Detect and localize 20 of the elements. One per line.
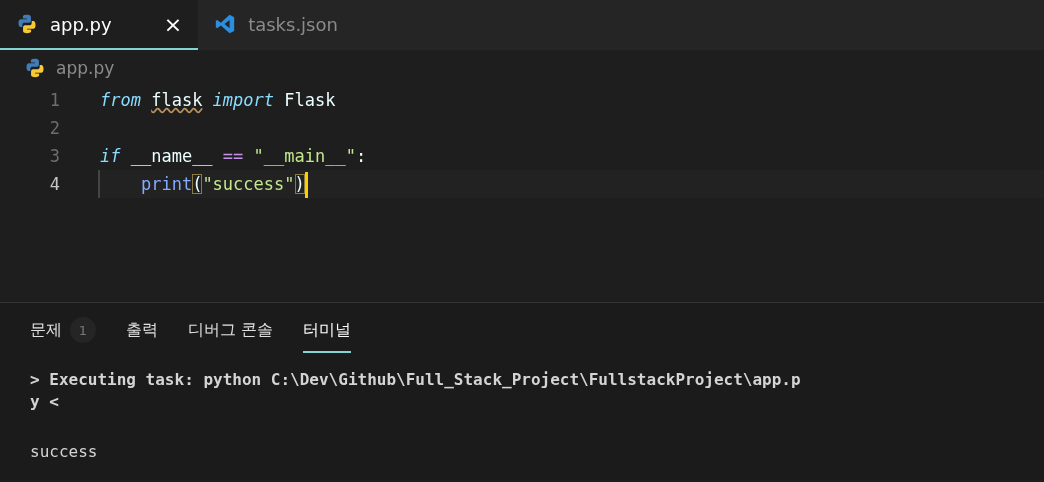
code-line: if __name__ == "__main__":	[99, 145, 368, 168]
close-icon[interactable]: ×	[163, 11, 183, 37]
terminal-line: y <	[30, 391, 60, 413]
line-number: 4	[48, 174, 60, 194]
terminal-line: success	[30, 441, 99, 463]
editor-tab[interactable]: tasks.json	[198, 0, 354, 50]
vscode-icon	[214, 13, 237, 35]
panel-tab[interactable]: 출력	[126, 317, 158, 353]
line-number: 3	[48, 146, 60, 166]
python-icon	[16, 13, 38, 35]
editor-tab[interactable]: app.py ×	[0, 0, 199, 50]
breadcrumb-item[interactable]: app.py	[56, 58, 115, 78]
terminal-line: > Executing task: python C:\Dev\Github\Full_Stack_Project\FullstackProject\app.p	[30, 369, 802, 391]
panel-tab[interactable]: 터미널	[303, 317, 352, 353]
python-icon	[24, 57, 46, 79]
code-line: from flask import Flask	[99, 89, 337, 112]
line-number: 2	[48, 118, 60, 138]
panel-tab[interactable]: 디버그 콘솔	[188, 317, 274, 353]
panel-tab[interactable]: 문제 1	[30, 317, 96, 353]
line-number: 1	[48, 90, 60, 110]
